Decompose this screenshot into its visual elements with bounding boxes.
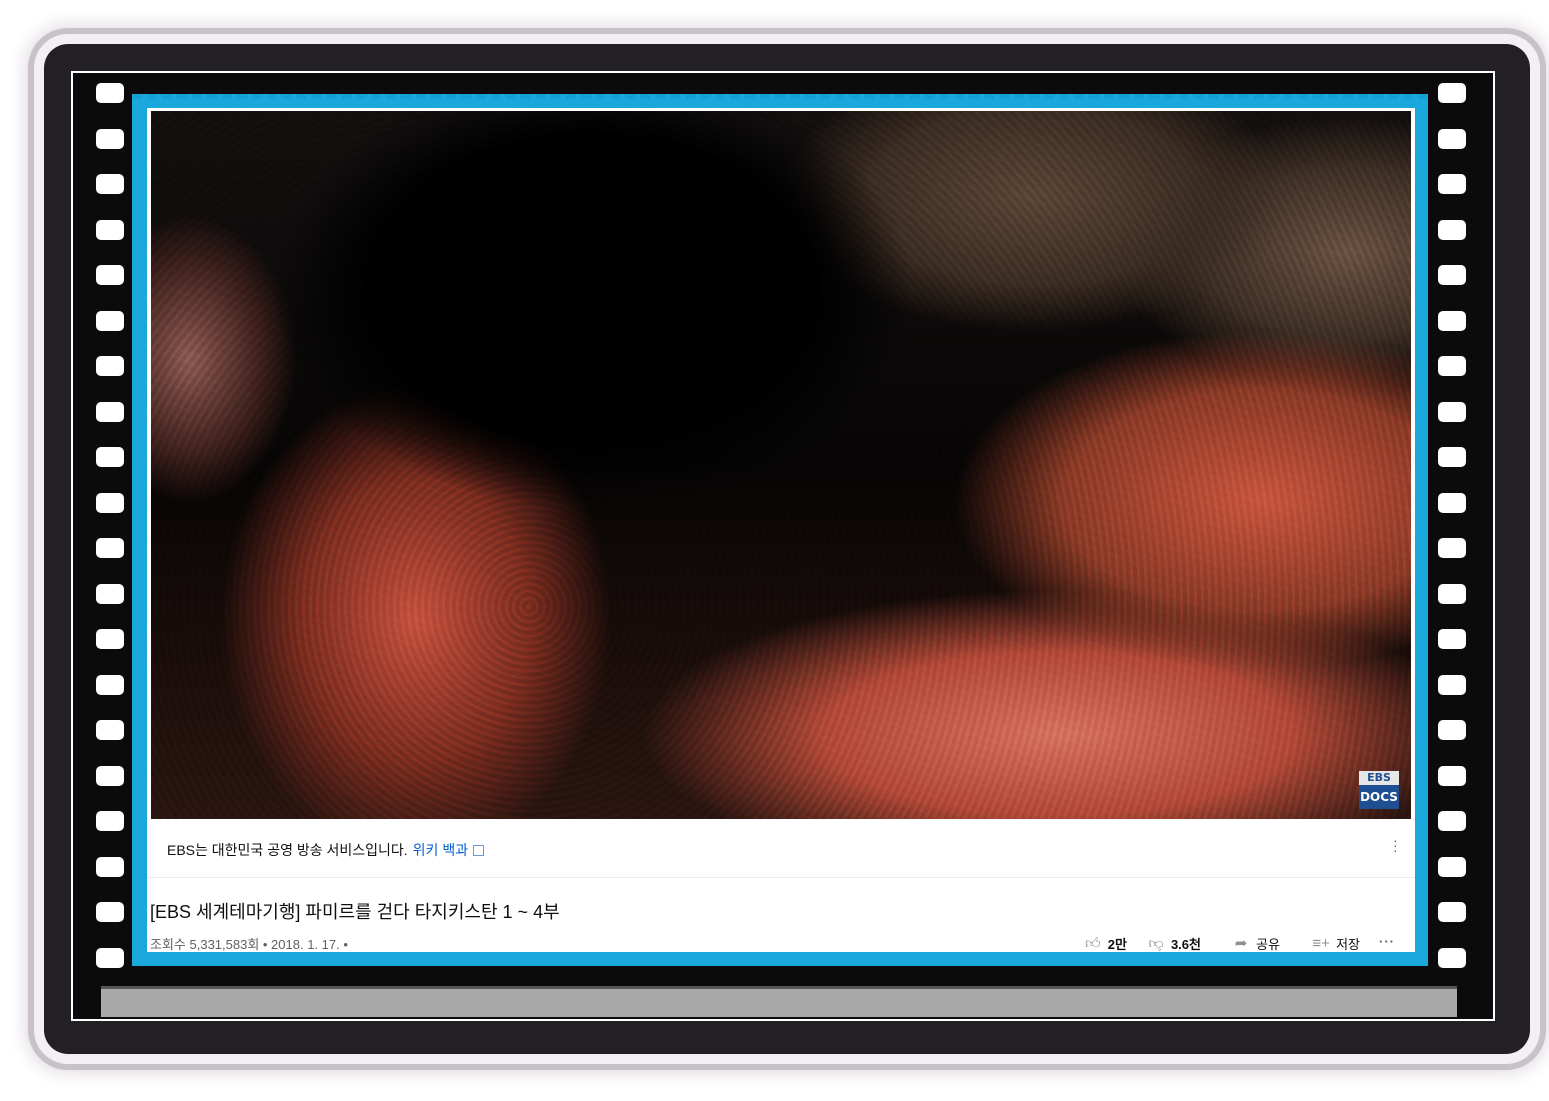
logo-top-text: EBS [1359, 771, 1399, 785]
sprocket-hole [96, 629, 124, 649]
sprocket-hole [1438, 947, 1466, 968]
sprocket-hole [96, 674, 124, 695]
sprocket-hole [1438, 265, 1466, 285]
ebs-docs-logo: EBS DOCS [1359, 771, 1399, 809]
sprocket-hole [1438, 492, 1466, 513]
thumbs-down-icon: 👎︎ [1148, 934, 1164, 952]
film-bottom-bar [101, 986, 1457, 1017]
left-sprocket-holes [93, 83, 127, 983]
sprocket-hole [1438, 674, 1466, 695]
more-actions-button[interactable]: ··· [1379, 934, 1395, 949]
sprocket-hole [1438, 447, 1466, 467]
sprocket-hole [1438, 811, 1466, 831]
sprocket-hole [96, 174, 124, 194]
dislike-button[interactable]: 👎︎ 3.6천 [1147, 934, 1201, 952]
sprocket-hole [96, 902, 124, 922]
sprocket-hole [96, 128, 124, 149]
dislike-count: 3.6천 [1170, 937, 1201, 952]
like-button[interactable]: 👍︎ 2만 [1084, 934, 1127, 952]
right-sprocket-holes [1435, 83, 1469, 983]
thumbs-up-icon: 👍︎ [1084, 934, 1101, 952]
playlist-add-icon: ≡+ [1312, 934, 1330, 952]
video-meta: 조회수 5,331,583회 • 2018. 1. 17. • [150, 937, 348, 952]
wiki-link[interactable]: 위키 백과 [413, 842, 468, 858]
save-label: 저장 [1336, 937, 1360, 952]
sprocket-hole [96, 447, 124, 467]
youtube-panel: EBS DOCS EBS는 대한민국 공영 방송 서비스입니다. 위키 백과 · ·… [147, 108, 1415, 952]
sprocket-hole [1438, 356, 1466, 376]
sprocket-hole [1438, 538, 1466, 558]
external-link-icon [473, 845, 485, 856]
sprocket-hole [1438, 765, 1466, 786]
sprocket-hole [96, 583, 124, 604]
kebab-vertical-icon[interactable]: · · · [1393, 833, 1398, 857]
sprocket-hole [1438, 401, 1466, 422]
sprocket-hole [1438, 83, 1466, 103]
sprocket-hole [96, 720, 124, 740]
sprocket-hole [96, 492, 124, 513]
share-label: 공유 [1256, 937, 1280, 952]
info-panel: EBS는 대한민국 공영 방송 서비스입니다. 위키 백과 · · · [147, 820, 1415, 878]
video-player[interactable]: EBS DOCS [151, 111, 1411, 819]
sprocket-hole [96, 356, 124, 376]
sprocket-hole [96, 765, 124, 786]
sprocket-hole [96, 401, 124, 422]
share-button[interactable]: ➦ 공유 [1232, 934, 1280, 952]
sprocket-hole [96, 265, 124, 285]
sprocket-hole [1438, 720, 1466, 740]
info-panel-text: EBS는 대한민국 공영 방송 서비스입니다. 위키 백과 [167, 840, 485, 860]
sprocket-hole [96, 310, 124, 331]
sprocket-hole [96, 538, 124, 558]
video-title: [EBS 세계테마기행] 파미르를 걷다 타지키스탄 1 ~ 4부 [150, 902, 560, 922]
sprocket-hole [1438, 128, 1466, 149]
sprocket-hole [96, 947, 124, 968]
sprocket-hole [1438, 856, 1466, 877]
like-count: 2만 [1107, 937, 1127, 952]
logo-bottom-text: DOCS [1360, 790, 1398, 804]
info-description: EBS는 대한민국 공영 방송 서비스입니다. [167, 842, 408, 858]
save-button[interactable]: ≡+ 저장 [1312, 934, 1360, 952]
sprocket-hole [96, 219, 124, 240]
sprocket-hole [96, 856, 124, 877]
video-frame-cave-image [151, 111, 1411, 819]
sprocket-hole [1438, 219, 1466, 240]
sprocket-hole [1438, 902, 1466, 922]
share-arrow-icon: ➦ [1234, 934, 1248, 952]
sprocket-hole [1438, 629, 1466, 649]
sprocket-hole [96, 811, 124, 831]
sprocket-hole [1438, 310, 1466, 331]
sprocket-hole [96, 83, 124, 103]
sprocket-hole [1438, 174, 1466, 194]
sprocket-hole [1438, 583, 1466, 604]
